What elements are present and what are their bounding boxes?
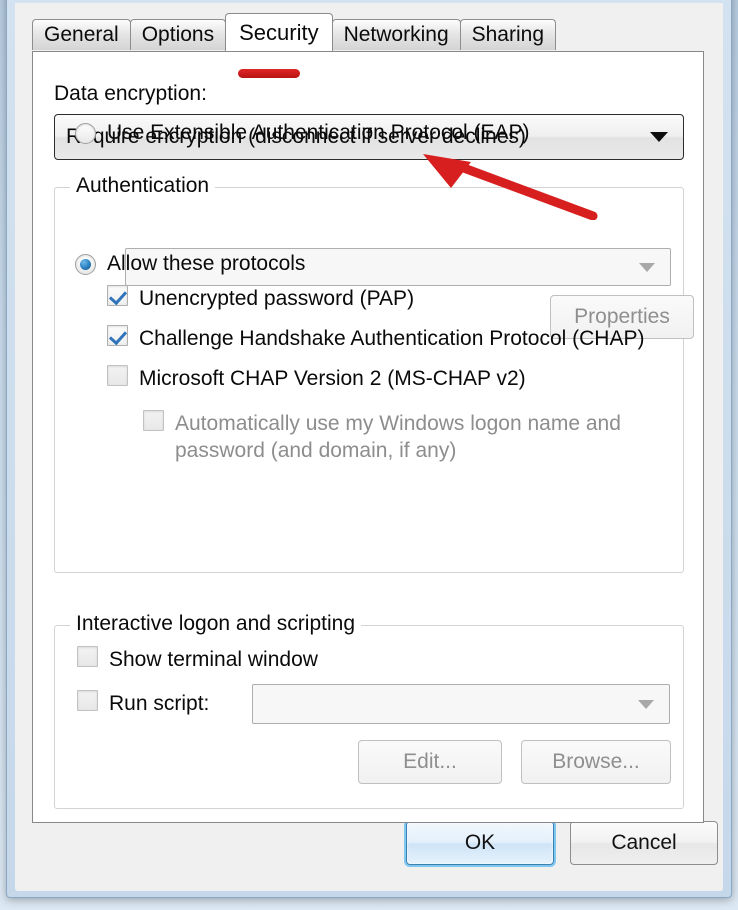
data-encryption-label: Data encryption: <box>54 82 207 105</box>
radio-use-eap-label: Use Extensible Authentication Protocol (… <box>107 121 530 144</box>
tab-general[interactable]: General <box>32 19 131 50</box>
tab-sharing-label: Sharing <box>471 23 545 46</box>
tab-security-label: Security <box>239 19 319 45</box>
ok-button-label: OK <box>464 831 496 854</box>
browse-script-label: Browse... <box>552 750 640 773</box>
checkbox-icon-mschapv2 <box>107 365 128 386</box>
checkbox-icon-pap <box>107 285 128 306</box>
authentication-group-title: Authentication <box>70 174 216 198</box>
checkbox-chap-label: Challenge Handshake Authentication Proto… <box>139 327 645 350</box>
radio-icon-allow-protocols <box>75 253 96 275</box>
tab-networking-label: Networking <box>343 23 449 46</box>
checkbox-icon-show-terminal <box>77 646 98 667</box>
checkbox-show-terminal-label: Show terminal window <box>109 648 318 671</box>
tab-sharing[interactable]: Sharing <box>459 19 557 50</box>
checkbox-chap[interactable]: Challenge Handshake Authentication Proto… <box>107 325 644 352</box>
checkbox-mschapv2-label: Microsoft CHAP Version 2 (MS-CHAP v2) <box>139 367 526 390</box>
tab-networking[interactable]: Networking <box>331 19 461 50</box>
checkbox-auto-logon-label: Automatically use my Windows logon name … <box>175 412 621 462</box>
run-script-combo[interactable] <box>252 684 670 724</box>
tab-options[interactable]: Options <box>129 19 227 50</box>
tab-strip: General Options Security Networking Shar… <box>32 13 557 51</box>
checkbox-mschapv2[interactable]: Microsoft CHAP Version 2 (MS-CHAP v2) <box>107 365 526 392</box>
ok-button[interactable]: OK <box>406 821 554 865</box>
checkbox-icon-run-script <box>77 690 98 711</box>
chevron-down-icon-run-script <box>638 699 654 709</box>
browse-script-button[interactable]: Browse... <box>521 740 671 784</box>
radio-use-eap[interactable]: Use Extensible Authentication Protocol (… <box>75 121 530 145</box>
cancel-button-label: Cancel <box>611 831 677 854</box>
checkbox-run-script[interactable]: Run script: <box>77 690 209 717</box>
checkbox-run-script-label: Run script: <box>109 692 210 715</box>
cancel-button[interactable]: Cancel <box>570 821 718 865</box>
interactive-logon-group-title: Interactive logon and scripting <box>70 612 361 636</box>
tab-options-label: Options <box>141 23 215 46</box>
checkbox-auto-logon[interactable]: Automatically use my Windows logon name … <box>143 410 623 464</box>
radio-allow-protocols[interactable]: Allow these protocols <box>75 252 305 276</box>
properties-dialog: General Options Security Networking Shar… <box>15 3 723 891</box>
tab-general-label: General <box>44 23 119 46</box>
radio-icon-eap <box>75 122 96 144</box>
security-tab-page: Data encryption: Require encryption (dis… <box>32 51 704 823</box>
checkbox-pap-label: Unencrypted password (PAP) <box>139 287 415 310</box>
radio-allow-protocols-label: Allow these protocols <box>107 252 306 275</box>
chevron-down-icon-eap <box>639 262 655 272</box>
checkbox-icon-chap <box>107 325 128 346</box>
checkbox-pap[interactable]: Unencrypted password (PAP) <box>107 285 414 312</box>
checkbox-show-terminal[interactable]: Show terminal window <box>77 646 318 673</box>
edit-script-button[interactable]: Edit... <box>358 740 502 784</box>
edit-script-label: Edit... <box>403 750 457 773</box>
checkbox-icon-auto-logon <box>143 410 164 431</box>
vpn-properties-window: General Options Security Networking Shar… <box>6 0 732 898</box>
tab-security[interactable]: Security <box>225 13 333 51</box>
annotation-underline-security-tab <box>238 69 300 78</box>
chevron-down-icon <box>650 132 668 142</box>
